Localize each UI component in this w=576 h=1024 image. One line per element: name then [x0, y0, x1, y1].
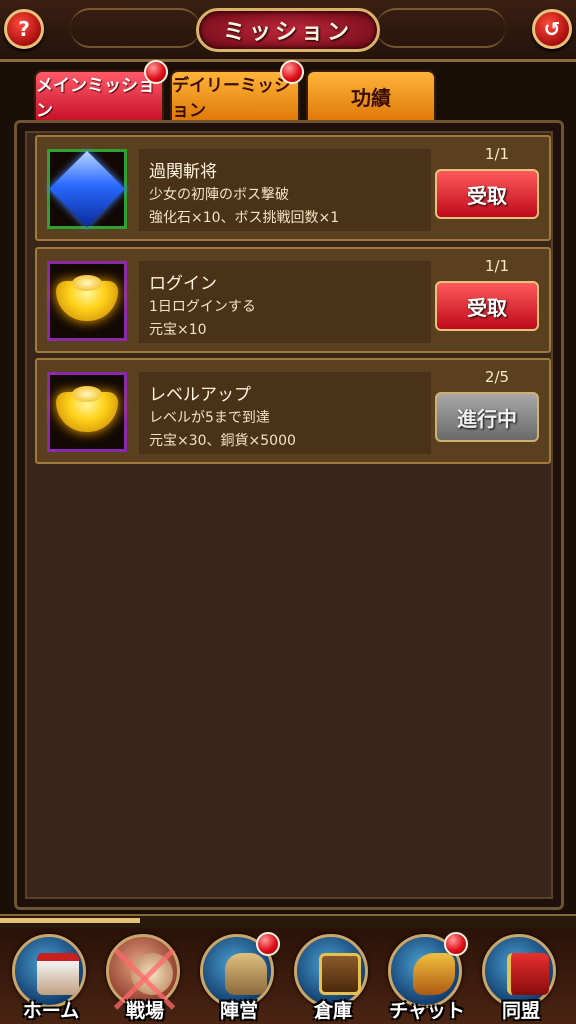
mission-description: 1日ログインする	[149, 299, 256, 315]
bottom-nav: ホーム 戦場 陣営 倉庫 チャット 同盟	[0, 928, 576, 1024]
mission-title: ログイン	[149, 274, 217, 294]
tab-achievement[interactable]: 功績	[306, 70, 436, 122]
gold-ingot-icon	[56, 275, 118, 321]
mission-item: ログイン 1日ログインする 元宝×10 1/1 受取	[35, 247, 551, 353]
help-icon: ?	[18, 17, 30, 41]
in-progress-button[interactable]: 進行中	[435, 392, 539, 442]
mission-description: 少女の初陣のボス撃破	[149, 187, 289, 203]
nav-alliance[interactable]: 同盟	[476, 934, 560, 1022]
bottom-progress-bar	[0, 918, 140, 923]
mission-text-box: 過関斬将 少女の初陣のボス撃破 強化石×10、ボス挑戦回数×1	[139, 149, 431, 231]
nav-chat[interactable]: チャット	[382, 932, 468, 1022]
header-ornament-right	[376, 8, 506, 48]
mission-icon-frame	[47, 261, 127, 341]
back-arrow-icon: ↺	[543, 17, 561, 41]
claim-button[interactable]: 受取	[435, 169, 539, 219]
page-title-plate: ミッション	[196, 8, 380, 52]
tab-daily-mission-label: デイリーミッション	[172, 76, 291, 121]
mission-description: レベルが5まで到達	[149, 410, 270, 426]
nav-chat-label: チャット	[389, 1000, 465, 1022]
page-title: ミッション	[222, 20, 353, 45]
nav-battlefield-label: 戦場	[125, 1000, 164, 1022]
mission-reward: 元宝×30、銅貨×5000	[149, 433, 296, 449]
blue-gem-icon	[48, 150, 126, 228]
nav-camp[interactable]: 陣営	[194, 932, 280, 1022]
nav-warehouse-label: 倉庫	[313, 1000, 352, 1022]
back-button[interactable]: ↺	[532, 9, 572, 49]
castle-icon	[37, 953, 79, 995]
notification-dot	[256, 932, 280, 956]
mission-item: 過関斬将 少女の初陣のボス撃破 強化石×10、ボス挑戦回数×1 1/1 受取	[35, 135, 551, 241]
mission-text-box: レベルアップ レベルが5まで到達 元宝×30、銅貨×5000	[139, 372, 431, 454]
notification-dot	[280, 60, 304, 84]
mission-title: 過関斬将	[149, 162, 217, 182]
helmet-icon	[225, 953, 267, 995]
mission-progress: 1/1	[484, 145, 510, 163]
mission-item: レベルアップ レベルが5まで到達 元宝×30、銅貨×5000 2/5 進行中	[35, 358, 551, 464]
tab-achievement-label: 功績	[351, 85, 391, 110]
mission-progress: 2/5	[484, 368, 510, 386]
treasure-chest-icon	[319, 953, 361, 995]
mission-title: レベルアップ	[149, 385, 251, 405]
mission-text-box: ログイン 1日ログインする 元宝×10	[139, 261, 431, 343]
mission-tabs: メインミッション デイリーミッション 功績	[34, 60, 454, 122]
nav-camp-label: 陣営	[219, 1000, 258, 1022]
mission-list[interactable]: 過関斬将 少女の初陣のボス撃破 強化石×10、ボス挑戦回数×1 1/1 受取 ロ…	[25, 131, 553, 899]
claim-button[interactable]: 受取	[435, 281, 539, 331]
nav-home-label: ホーム	[22, 1000, 80, 1022]
mission-panel: 過関斬将 少女の初陣のボス撃破 強化石×10、ボス挑戦回数×1 1/1 受取 ロ…	[14, 120, 564, 910]
banner-icon	[507, 953, 549, 995]
nav-home[interactable]: ホーム	[6, 934, 90, 1022]
notification-dot	[444, 932, 468, 956]
help-button[interactable]: ?	[4, 9, 44, 49]
mission-reward: 強化石×10、ボス挑戦回数×1	[149, 210, 340, 226]
nav-warehouse[interactable]: 倉庫	[288, 934, 372, 1022]
nav-alliance-label: 同盟	[501, 1000, 540, 1022]
notification-dot	[144, 60, 168, 84]
nav-battlefield[interactable]: 戦場	[100, 934, 184, 1022]
header-bar: ? ミッション ↺	[0, 0, 576, 62]
mission-reward: 元宝×10	[149, 322, 207, 338]
dragon-icon	[413, 953, 455, 995]
mission-progress: 1/1	[484, 257, 510, 275]
mission-icon-frame	[47, 149, 127, 229]
header-ornament-left	[70, 8, 200, 48]
tab-main-mission-label: メインミッション	[36, 76, 155, 121]
mission-icon-frame	[47, 372, 127, 452]
gold-ingot-icon	[56, 386, 118, 432]
